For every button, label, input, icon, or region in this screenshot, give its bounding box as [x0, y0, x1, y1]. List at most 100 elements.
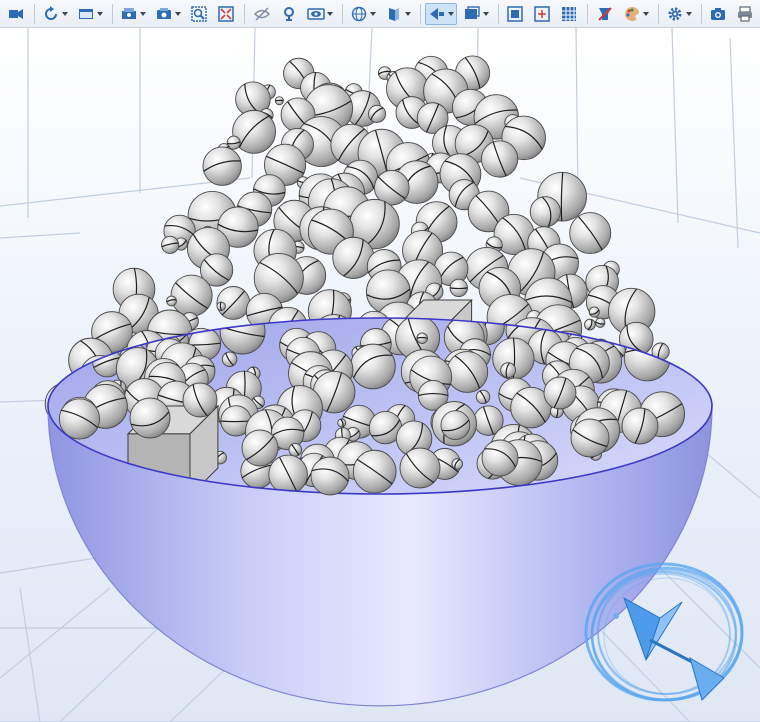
particle-sphere: [543, 376, 577, 410]
chevron-down-icon[interactable]: [369, 11, 376, 16]
particle-sphere: [58, 398, 101, 440]
particle-sphere: [416, 332, 428, 344]
camera-icon: [709, 5, 727, 23]
particle-sphere: [481, 140, 519, 178]
particle-sphere: [584, 318, 596, 331]
show-hidden-button[interactable]: [304, 3, 336, 25]
graphics-viewport[interactable]: [0, 28, 760, 722]
scene-light-icon: [463, 5, 481, 23]
eye-icon: [306, 5, 325, 23]
palette-icon: [623, 5, 641, 23]
particle-sphere: [449, 278, 468, 298]
particle-sphere: [337, 418, 347, 428]
reset-hiding-icon: [280, 5, 298, 23]
transparency-button[interactable]: [382, 3, 414, 25]
particle-sphere: [569, 212, 612, 255]
particle-sphere: [129, 397, 171, 439]
graphics-window: [0, 0, 760, 722]
go-to-default-view-button[interactable]: [4, 3, 28, 25]
particle-sphere: [446, 351, 489, 393]
graphics-toolbar: [0, 0, 760, 28]
chevron-down-icon[interactable]: [140, 11, 147, 16]
select-object-icon: [120, 5, 138, 23]
hide-selected-button[interactable]: [250, 3, 274, 25]
axis-arrow-head: [623, 596, 661, 662]
scene-light-button[interactable]: [460, 3, 492, 25]
wireframe-icon: [350, 5, 368, 23]
grid-icon: [506, 5, 524, 23]
show-selection-button[interactable]: [557, 3, 581, 25]
particle-sphere: [570, 418, 610, 458]
wireframe-rendering-button[interactable]: [347, 3, 379, 25]
zoom-extents-icon: [217, 5, 235, 23]
transparency-icon: [385, 5, 403, 23]
camera-home-icon: [7, 5, 25, 23]
particle-sphere: [288, 443, 303, 457]
grid-line: [0, 232, 81, 239]
clear-highlight-button[interactable]: [593, 3, 617, 25]
chevron-down-icon[interactable]: [448, 11, 455, 16]
print-icon: [736, 5, 754, 23]
chevron-down-icon[interactable]: [175, 11, 182, 16]
particle-sphere: [241, 429, 279, 467]
model-scene: [0, 28, 760, 722]
particle-sphere: [588, 306, 600, 318]
particle-sphere: [274, 96, 284, 106]
hide-icon: [253, 5, 271, 23]
particle-sphere: [166, 295, 177, 307]
view-options-button[interactable]: [74, 3, 106, 25]
particle-sphere: [221, 351, 238, 368]
zoom-box-button[interactable]: [187, 3, 211, 25]
lighting-button[interactable]: [425, 2, 458, 25]
zoom-extents-button[interactable]: [214, 3, 238, 25]
grid-line: [19, 587, 41, 722]
chevron-down-icon[interactable]: [97, 11, 104, 16]
grid-line: [671, 28, 679, 224]
particle-sphere: [310, 456, 350, 496]
bowl: [47, 317, 713, 707]
particle-sphere: [481, 439, 519, 477]
zoom-box-icon: [190, 5, 208, 23]
particle-sphere: [350, 343, 396, 390]
render-settings-button[interactable]: [663, 3, 695, 25]
show-axis-button[interactable]: [530, 3, 554, 25]
particle-sphere: [621, 407, 659, 445]
print-button[interactable]: [733, 3, 757, 25]
grid-line: [699, 447, 760, 499]
particle-sphere: [595, 317, 606, 328]
rotate-icon: [42, 5, 60, 23]
axis-icon: [533, 5, 551, 23]
axis-dot: [613, 613, 619, 619]
color-palette-button[interactable]: [620, 3, 652, 25]
chevron-down-icon[interactable]: [62, 11, 69, 16]
particle-sphere: [399, 447, 441, 489]
rotate-button[interactable]: [39, 3, 71, 25]
particle-sphere: [475, 389, 491, 405]
select-objects-button[interactable]: [117, 3, 149, 25]
particle-sphere: [529, 196, 561, 228]
chevron-down-icon[interactable]: [326, 11, 333, 16]
particle-sphere: [368, 104, 387, 123]
select-box-button[interactable]: [152, 3, 184, 25]
particle-sphere: [268, 454, 308, 494]
show-grid-button[interactable]: [503, 3, 527, 25]
particle-sphere: [440, 410, 471, 441]
view-window-icon: [77, 5, 95, 23]
select-box-icon: [155, 5, 173, 23]
axis-orientation-icon: [584, 562, 744, 702]
light-icon: [428, 5, 446, 23]
grid-line: [0, 587, 111, 679]
particle-sphere: [202, 146, 242, 186]
reset-hiding-button[interactable]: [277, 3, 301, 25]
chevron-down-icon[interactable]: [685, 11, 692, 16]
chevron-down-icon[interactable]: [404, 11, 411, 16]
particle-sphere: [352, 449, 397, 494]
gear-icon: [666, 5, 684, 23]
chevron-down-icon[interactable]: [483, 11, 490, 16]
selection-grid-icon: [560, 5, 578, 23]
particle-sphere: [161, 235, 180, 254]
particle-sphere: [170, 274, 213, 317]
particle-sphere: [216, 301, 226, 311]
chevron-down-icon[interactable]: [642, 11, 649, 16]
image-snapshot-button[interactable]: [706, 3, 730, 25]
